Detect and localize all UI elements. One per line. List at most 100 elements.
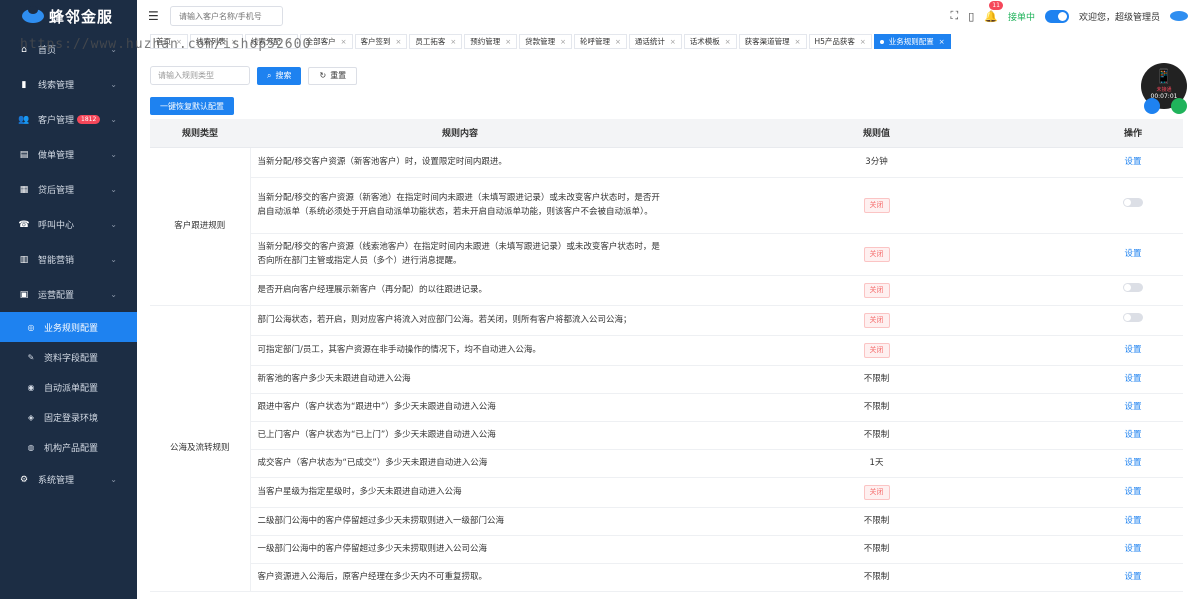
bell-icon[interactable]: 🔔 11: [984, 0, 1003, 23]
clue-icon: ▮: [21, 79, 27, 90]
tab-7[interactable]: 贷款管理 ×: [519, 34, 572, 49]
customer-icon: 👥: [18, 114, 30, 125]
sidebar-item-ops[interactable]: ▣ 运营配置 ⌄: [0, 277, 137, 312]
set-link[interactable]: 设置: [1124, 544, 1141, 554]
tab-label: 全部客户: [305, 37, 336, 46]
tab-1[interactable]: 线索列表 ×: [189, 34, 243, 49]
tab-2[interactable]: 线索分配 ×: [244, 34, 298, 49]
sidebar-item-label: 机构产品配置: [44, 443, 99, 454]
rule-toggle-switch[interactable]: [1123, 198, 1143, 207]
sidebar-item-loan[interactable]: ▦ 贷后管理 ⌄: [0, 172, 137, 207]
table-row: 当新分配/移交的客户资源（新客池）在指定时间内未跟进（未填写跟进记录）或未改变客…: [150, 177, 1183, 234]
rule-content: 跟进中客户（客户状态为“跟进中”）多少天未跟进自动进入公海: [250, 393, 670, 422]
close-icon[interactable]: ×: [795, 38, 801, 46]
set-link[interactable]: 设置: [1124, 402, 1141, 412]
sidebar-item-edit[interactable]: ✎ 资料字段配置: [0, 342, 137, 372]
rule-toggle-switch[interactable]: [1123, 313, 1143, 322]
table-header-row: 规则类型 规则内容 规则值 操作: [150, 119, 1183, 148]
set-link[interactable]: 设置: [1124, 157, 1141, 167]
close-icon[interactable]: ×: [505, 38, 511, 46]
tab-6[interactable]: 预约管理 ×: [464, 34, 518, 49]
rule-value: 3分钟: [865, 157, 888, 167]
table-row: 已上门客户（客户状态为“已上门”）多少天未跟进自动进入公海 不限制 设置: [150, 421, 1183, 450]
rule-category: 公海及流转规则: [150, 305, 251, 592]
tab-label: 获客渠道管理: [744, 37, 790, 46]
search-button[interactable]: ⌕ 搜索: [257, 66, 302, 85]
close-icon[interactable]: ×: [860, 38, 866, 46]
tab-13[interactable]: 业务规则配置 ×: [873, 34, 951, 49]
table-row: 成交客户（客户状态为“已成交”）多少天未跟进自动进入公海 1天 设置: [150, 449, 1183, 478]
tab-label: 贷款管理: [525, 37, 556, 46]
menu-toggle-icon[interactable]: ☰: [148, 9, 162, 23]
top-header: ☰ ⛶ ▯ 🔔11 接单中 欢迎您，超级管理员: [137, 0, 1200, 32]
set-link[interactable]: 设置: [1124, 516, 1141, 526]
set-link[interactable]: 设置: [1124, 572, 1141, 582]
set-link[interactable]: 设置: [1124, 345, 1141, 355]
tab-8[interactable]: 轮呼管理 ×: [574, 34, 627, 49]
reset-button-label: 重置: [330, 71, 347, 80]
sidebar-item-clue[interactable]: ▮ 线索管理 ⌄: [0, 67, 137, 102]
sidebar-item-label: 贷后管理: [38, 186, 75, 196]
sidebar-item-auto-dispatch[interactable]: ◉ 自动派单配置: [0, 372, 137, 402]
close-icon[interactable]: ×: [450, 38, 456, 46]
avatar[interactable]: [1170, 11, 1188, 21]
set-link[interactable]: 设置: [1124, 487, 1141, 497]
close-icon[interactable]: ×: [286, 38, 292, 46]
rule-content: 成交客户（客户状态为“已成交”）多少天未跟进自动进入公海: [250, 449, 670, 478]
tab-11[interactable]: 获客渠道管理 ×: [738, 34, 807, 49]
tab-5[interactable]: 员工拓客 ×: [409, 34, 463, 49]
sidebar-item-label: 运营配置: [38, 291, 75, 301]
close-icon[interactable]: ×: [670, 38, 676, 46]
close-icon[interactable]: ×: [396, 38, 402, 46]
table-row: 客户跟进规则 当新分配/移交客户资源（新客池客户）时，设置限定时间内跟进。 3分钟设…: [150, 147, 1183, 306]
set-link[interactable]: 设置: [1124, 249, 1141, 259]
rule-value: 不限制: [863, 430, 890, 440]
close-icon[interactable]: ×: [231, 38, 237, 46]
table-row: 跟进中客户（客户状态为“跟进中”）多少天未跟进自动进入公海 不限制 设置: [150, 393, 1183, 422]
page-tabs: 首页 × 线索列表 × 线索分配 × 全部客户 × 客户签到 × 员工拓客 × 预约管理 × 贷款管理 × 轮呼…: [137, 33, 1200, 50]
tab-3[interactable]: 全部客户 ×: [299, 34, 353, 49]
restore-default-button[interactable]: 一键恢复默认配置: [150, 97, 234, 115]
set-link[interactable]: 设置: [1124, 458, 1141, 468]
rule-content: 当客户星级为指定星级时，多少天未跟进自动进入公海: [250, 477, 670, 508]
online-status-toggle[interactable]: [1044, 9, 1069, 23]
customer-search-box[interactable]: [170, 6, 283, 26]
status-badge: 关闭: [863, 197, 890, 213]
tab-12[interactable]: H5产品获客 ×: [808, 34, 872, 49]
close-icon[interactable]: ×: [176, 38, 182, 46]
sidebar-item-customer[interactable]: 👥 客户管理 1812 ⌄: [0, 102, 137, 137]
close-icon[interactable]: ×: [725, 38, 731, 46]
tab-9[interactable]: 通话统计 ×: [628, 34, 682, 49]
tab-10[interactable]: 话术模板 ×: [683, 34, 737, 49]
customer-search-input[interactable]: [179, 11, 282, 21]
action-cell: [1083, 275, 1183, 306]
close-icon[interactable]: ×: [560, 38, 566, 46]
set-link[interactable]: 设置: [1124, 430, 1141, 440]
close-icon[interactable]: ×: [939, 38, 945, 46]
set-link[interactable]: 设置: [1124, 374, 1141, 384]
rule-toggle-switch[interactable]: [1123, 283, 1143, 292]
chevron-down-icon: ⌄: [110, 45, 117, 54]
rule-category: 客户跟进规则: [150, 147, 251, 306]
sidebar-item-shield[interactable]: ◈ 固定登录环境: [0, 402, 137, 432]
sidebar-item-marketing[interactable]: ▥ 智能营销 ⌄: [0, 242, 137, 277]
reset-button[interactable]: ↻ 重置: [308, 66, 358, 85]
sidebar-item-rules[interactable]: ◎ 业务规则配置: [0, 312, 137, 342]
fullscreen-icon[interactable]: ⛶: [951, 9, 959, 23]
search-button-label: 搜索: [275, 71, 292, 80]
close-icon[interactable]: ×: [341, 38, 347, 46]
sidebar-item-home[interactable]: ⌂ 首页 ⌄: [0, 32, 137, 67]
answer-button[interactable]: [1171, 98, 1187, 114]
sidebar-item-system[interactable]: ⚙ 系统管理 ⌄: [0, 462, 137, 497]
sidebar-item-globe[interactable]: ◍ 机构产品配置: [0, 432, 137, 462]
rule-value-cell: 关闭: [670, 305, 1083, 336]
dial-button[interactable]: [1144, 98, 1160, 114]
tab-4[interactable]: 客户签到 ×: [354, 34, 408, 49]
mobile-icon[interactable]: ▯: [968, 10, 974, 23]
close-icon[interactable]: ×: [615, 38, 621, 46]
welcome-text[interactable]: 欢迎您，超级管理员: [1079, 10, 1160, 23]
sidebar-item-order[interactable]: ▤ 做单管理 ⌄: [0, 137, 137, 172]
rule-type-input[interactable]: 请输入规则类型: [150, 66, 250, 85]
tab-0[interactable]: 首页 ×: [150, 34, 188, 49]
sidebar-item-call[interactable]: ☎ 呼叫中心 ⌄: [0, 207, 137, 242]
